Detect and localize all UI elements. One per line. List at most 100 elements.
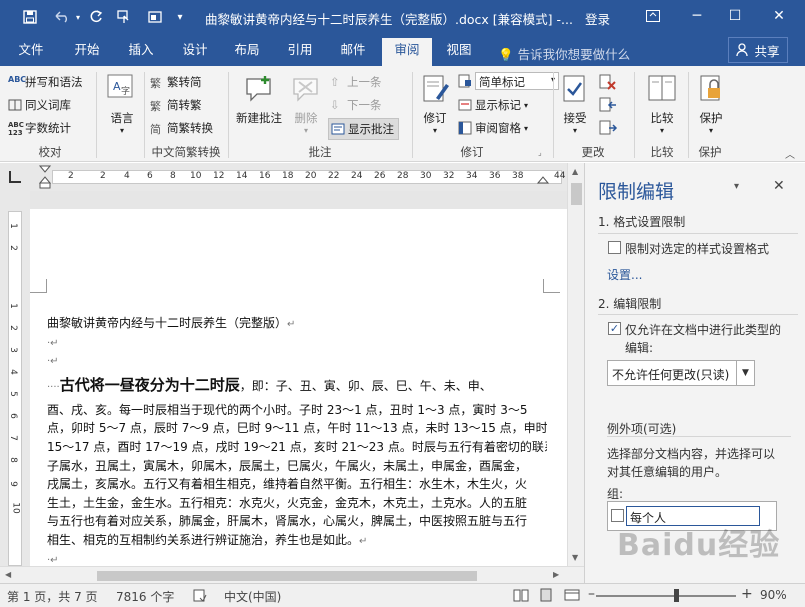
reject-icon[interactable] xyxy=(598,74,618,93)
reviewing-pane-button[interactable]: 审阅窗格 ▾ xyxy=(458,120,528,136)
scroll-thumb[interactable] xyxy=(571,183,582,205)
scroll-left-icon[interactable]: ◀ xyxy=(5,570,11,579)
redo-icon[interactable] xyxy=(84,7,108,27)
word-count[interactable]: 7816 个字 xyxy=(116,588,174,605)
next-comment-label: 下一条 xyxy=(347,98,382,112)
spelling-grammar-button[interactable]: ABC 拼写和语法 xyxy=(8,74,83,90)
zoom-in-button[interactable]: + xyxy=(741,586,753,602)
touch-mode-icon[interactable] xyxy=(112,7,136,27)
previous-comment-label: 上一条 xyxy=(347,75,382,89)
next-change-icon[interactable] xyxy=(598,120,618,139)
save-icon[interactable] xyxy=(18,7,42,27)
format-restrict-checkbox[interactable] xyxy=(608,241,621,254)
tab-file[interactable]: 文件 xyxy=(8,40,54,66)
close-button[interactable]: ✕ xyxy=(762,4,796,28)
scroll-thumb[interactable] xyxy=(97,571,477,581)
zoom-level[interactable]: 90% xyxy=(760,588,787,602)
zoom-out-button[interactable]: – xyxy=(588,586,595,602)
ribbon-display-options-icon[interactable] xyxy=(636,4,670,28)
proofing-status-icon[interactable] xyxy=(193,588,207,605)
status-bar: 第 1 页，共 7 页 7816 个字 中文(中国) – + 90% xyxy=(0,583,805,607)
web-layout-icon[interactable] xyxy=(564,588,580,605)
tell-me-search[interactable]: 💡 告诉我你想要做什么 xyxy=(498,44,630,63)
empty-paragraph: ·↵ xyxy=(47,356,59,368)
minimize-button[interactable]: ─ xyxy=(680,4,714,28)
separator xyxy=(688,72,689,158)
horizontal-ruler[interactable]: 2 2 4 6 8 10 12 14 16 18 20 22 24 26 28 … xyxy=(30,163,567,191)
divider xyxy=(607,436,791,437)
scroll-down-icon[interactable]: ▼ xyxy=(572,553,578,562)
tab-insert[interactable]: 插入 xyxy=(118,40,164,66)
scroll-right-icon[interactable]: ▶ xyxy=(553,570,559,579)
vertical-ruler[interactable]: 1 2 1 2 3 4 5 6 7 8 9 10 xyxy=(0,191,30,566)
first-line-indent-icon[interactable] xyxy=(38,165,52,192)
editing-type-select[interactable]: 不允许任何更改(只读) ▼ xyxy=(607,360,755,386)
compare-label: 比较 xyxy=(650,111,674,125)
allow-only-checkbox[interactable]: ✓ xyxy=(608,322,621,335)
thesaurus-button[interactable]: 同义词库 xyxy=(8,97,71,113)
show-comments-button[interactable]: 显示批注 xyxy=(328,118,399,140)
tab-references[interactable]: 引用 xyxy=(277,40,323,66)
paragraph-line: 点，卯时 5～7 点，辰时 7～9 点，巳时 9～11 点，午时 11～13 点… xyxy=(47,421,547,436)
language-status[interactable]: 中文(中国) xyxy=(224,588,281,605)
collapse-ribbon-icon[interactable]: ︿ xyxy=(785,146,795,161)
markup-display-select[interactable]: 简单标记▾ xyxy=(458,72,559,90)
ruler-number: 2 xyxy=(100,171,106,181)
protect-button[interactable]: 保护 ▾ xyxy=(692,74,730,135)
document-canvas[interactable]: 曲黎敏讲黄帝内经与十二时辰养生（完整版）↵ ·↵ ·↵ ····古代将一昼夜分为… xyxy=(30,191,567,566)
group-label-chinese: 中文简繁转换 xyxy=(151,145,221,159)
separator xyxy=(412,72,413,158)
zoom-slider[interactable] xyxy=(596,595,736,597)
new-comment-button[interactable]: 新建批注 xyxy=(232,74,286,126)
print-layout-icon[interactable] xyxy=(538,588,554,605)
simplified-to-traditional-button[interactable]: 繁 简转繁 xyxy=(150,97,202,113)
tab-mailings[interactable]: 邮件 xyxy=(330,40,376,66)
previous-comment-button[interactable]: ⇧ 上一条 xyxy=(330,74,382,90)
customize-qat-icon[interactable]: ▾ xyxy=(172,7,188,27)
delete-comment-icon xyxy=(290,74,322,106)
markup-dropdown[interactable]: 简单标记▾ xyxy=(475,72,559,90)
traditional-to-simplified-button[interactable]: 繁 繁转简 xyxy=(150,74,202,90)
share-button[interactable]: 共享 xyxy=(728,37,788,63)
vertical-scrollbar[interactable]: ▲ ▼ xyxy=(567,163,584,566)
tab-layout[interactable]: 布局 xyxy=(224,40,270,66)
tab-selector[interactable] xyxy=(0,163,30,191)
tab-design[interactable]: 设计 xyxy=(172,40,218,66)
settings-link[interactable]: 设置... xyxy=(607,266,642,283)
right-indent-icon[interactable] xyxy=(536,173,550,187)
document-page[interactable]: 曲黎敏讲黄帝内经与十二时辰养生（完整版）↵ ·↵ ·↵ ····古代将一昼夜分为… xyxy=(30,209,567,566)
ruler-number: 4 xyxy=(7,369,18,375)
track-changes-button[interactable]: 修订 ▾ xyxy=(416,74,454,135)
next-comment-button[interactable]: ⇩ 下一条 xyxy=(330,97,382,113)
pane-close-icon[interactable]: ✕ xyxy=(773,178,785,194)
tab-view[interactable]: 视图 xyxy=(436,40,482,66)
undo-dropdown-icon[interactable]: ▾ xyxy=(72,7,84,27)
read-mode-icon[interactable] xyxy=(513,588,529,605)
chinese-conversion-button[interactable]: 简 简繁转换 xyxy=(150,120,213,136)
restore-button[interactable]: ☐ xyxy=(718,4,752,28)
page-count[interactable]: 第 1 页，共 7 页 xyxy=(7,588,98,605)
horizontal-scrollbar[interactable]: ◀ ▶ xyxy=(0,566,584,583)
zoom-slider-handle[interactable] xyxy=(674,589,679,602)
compare-button[interactable]: 比较 ▾ xyxy=(638,74,686,135)
document-body[interactable]: 曲黎敏讲黄帝内经与十二时辰养生（完整版）↵ ·↵ ·↵ ····古代将一昼夜分为… xyxy=(47,314,547,566)
ruler-number: 34 xyxy=(466,171,478,181)
login-link[interactable]: 登录 xyxy=(585,9,610,28)
previous-change-icon[interactable] xyxy=(598,97,618,116)
show-markup-button[interactable]: 显示标记 ▾ xyxy=(458,97,528,113)
accept-button[interactable]: 接受 ▾ xyxy=(558,74,592,135)
ruler-number: 36 xyxy=(489,171,501,181)
language-button[interactable]: A字 语言 ▾ xyxy=(102,74,142,135)
tracking-dialog-launcher-icon[interactable]: ⌟ xyxy=(538,148,542,157)
group-label-compare: 比较 xyxy=(650,145,674,159)
pane-options-icon[interactable]: ▾ xyxy=(734,181,739,192)
delete-comment-button[interactable]: 删除 ▾ xyxy=(287,74,325,135)
tab-review[interactable]: 审阅 xyxy=(382,38,432,66)
scroll-up-icon[interactable]: ▲ xyxy=(572,167,578,176)
group-label-tracking: 修订 xyxy=(460,145,484,159)
print-preview-icon[interactable] xyxy=(143,7,167,27)
exceptions-desc: 选择部分文档内容，并选择可以 xyxy=(607,447,776,461)
word-count-button[interactable]: ABC 123 字数统计 xyxy=(8,120,71,137)
tab-home[interactable]: 开始 xyxy=(64,40,110,66)
undo-icon[interactable] xyxy=(50,7,74,27)
